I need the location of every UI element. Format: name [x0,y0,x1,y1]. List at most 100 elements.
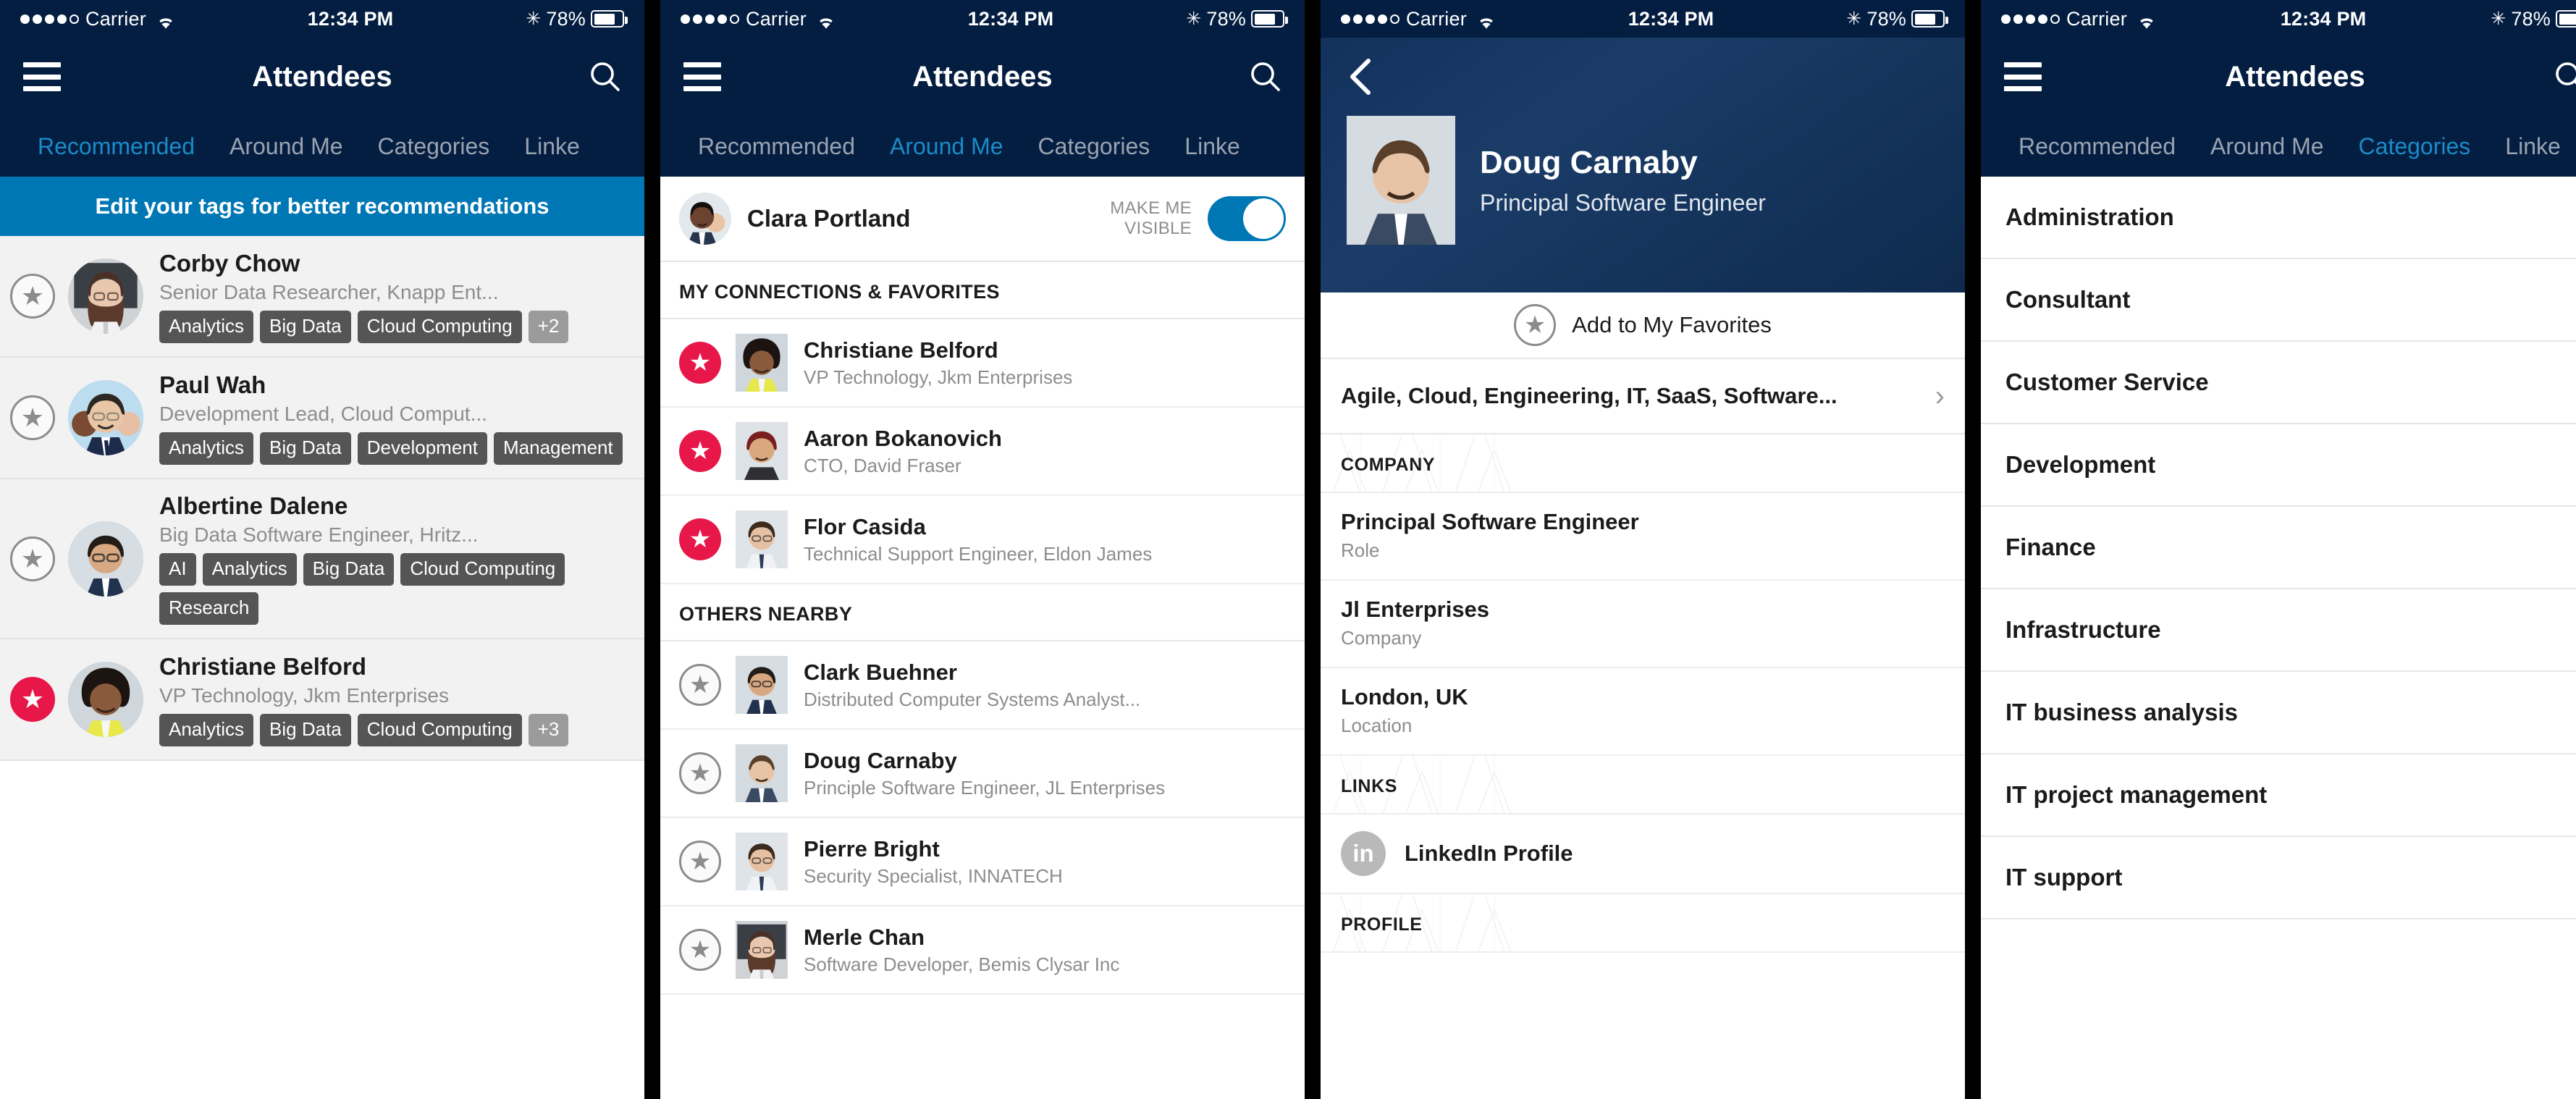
nearby-row[interactable]: ★ Doug Carnaby Principle Software Engine… [660,730,1305,818]
wifi-icon [2137,12,2156,29]
my-name: Clara Portland [747,205,911,232]
tab-around-me[interactable]: Around Me [2193,133,2341,160]
status-bar-time: 12:34 PM [307,7,394,30]
tag[interactable]: Cloud Computing [400,553,565,586]
attendee-card[interactable]: ★ Paul Wah Development Lead, Cloud Compu… [0,358,644,479]
tag[interactable]: Analytics [159,310,254,343]
nearby-role: Security Specialist, INNATECH [804,864,1063,887]
category-row-it-project-management[interactable]: IT project management › [1981,754,2576,837]
favorite-star-icon[interactable]: ★ [10,395,55,440]
attendee-card[interactable]: ★ Corby Chow Senior Data Researcher, Kna… [0,236,644,358]
tab-linkedin[interactable]: Linke [2488,133,2576,160]
tag[interactable]: Cloud Computing [357,713,522,746]
search-icon[interactable] [1248,60,1281,93]
nav-bar: Attendees [0,38,644,116]
nav-bar: Attendees [1981,38,2576,116]
search-icon[interactable] [588,60,621,93]
tab-around-me[interactable]: Around Me [212,133,361,160]
tab-recommended[interactable]: Recommended [20,133,212,160]
tag[interactable]: Management [493,431,623,465]
status-bar: Carrier 12:34 PM ✳ 78% [0,0,644,38]
status-bar-left: Carrier [20,8,175,30]
favorite-star-icon[interactable]: ★ [679,664,721,706]
favorite-star-icon[interactable]: ★ [10,274,55,319]
attendee-card[interactable]: ★ Christiane Belford VP Technology, Jkm … [0,639,644,761]
category-row-infrastructure[interactable]: Infrastructure › [1981,589,2576,672]
connection-name: Christiane Belford [804,337,998,363]
category-row-development[interactable]: Development › [1981,424,2576,507]
favorite-star-icon[interactable]: ★ [679,518,721,560]
category-row-administration[interactable]: Administration › [1981,177,2576,259]
tag[interactable]: Analytics [159,431,254,465]
favorite-star-icon[interactable]: ★ [679,430,721,472]
favorite-star-icon[interactable]: ★ [10,677,55,722]
page-title: Attendees [2225,60,2365,93]
tab-categories[interactable]: Categories [361,133,508,160]
menu-icon[interactable] [2004,62,2042,91]
detail-value: London, UK [1341,684,1468,709]
tab-categories[interactable]: Categories [2341,133,2488,160]
tab-recommended[interactable]: Recommended [681,133,872,160]
linkedin-profile-link[interactable]: in LinkedIn Profile [1321,814,1965,894]
connection-row[interactable]: ★ Aaron Bokanovich CTO, David Fraser [660,408,1305,496]
tab-around-me[interactable]: Around Me [872,133,1021,160]
detail-key: Company [1341,627,1422,649]
edit-tags-banner[interactable]: Edit your tags for better recommendation… [0,177,644,236]
tab-bar: Recommended Around Me Categories Linke [660,116,1305,177]
nearby-row[interactable]: ★ Pierre Bright Security Specialist, INN… [660,818,1305,906]
tag[interactable]: Research [159,592,259,625]
tag[interactable]: Analytics [202,553,297,586]
tab-recommended[interactable]: Recommended [2001,133,2193,160]
tag[interactable]: Big Data [260,431,351,465]
category-row-it-support[interactable]: IT support › [1981,837,2576,919]
category-label: IT support [2005,864,2123,890]
category-row-it-business-analysis[interactable]: IT business analysis › [1981,672,2576,754]
tag[interactable]: Analytics [159,713,254,746]
favorite-star-icon[interactable]: ★ [679,752,721,794]
category-row-finance[interactable]: Finance › [1981,507,2576,589]
search-icon[interactable] [2553,60,2576,93]
menu-icon[interactable] [23,62,61,91]
my-visibility-row: Clara Portland MAKE ME VISIBLE [660,177,1305,262]
profile-name: Doug Carnaby [1480,144,1698,180]
tag[interactable]: Cloud Computing [357,310,522,343]
attendee-card[interactable]: ★ Albertine Dalene Big Data Software Eng… [0,479,644,639]
back-chevron-icon[interactable] [1347,56,1376,97]
tab-categories[interactable]: Categories [1021,133,1168,160]
status-bar-time: 12:34 PM [967,7,1054,30]
favorite-star-icon[interactable]: ★ [679,342,721,384]
profile-title: Principal Software Engineer [1480,189,1766,216]
tab-linkedin[interactable]: Linke [1167,133,1258,160]
carrier-label: Carrier [2066,7,2127,30]
category-row-consultant[interactable]: Consultant › [1981,259,2576,342]
linkedin-icon: in [1341,831,1386,876]
profile-tags-row[interactable]: Agile, Cloud, Engineering, IT, SaaS, Sof… [1321,359,1965,434]
favorite-star-icon[interactable]: ★ [679,929,721,971]
favorite-star-icon[interactable]: ★ [679,841,721,883]
tag[interactable]: Big Data [303,553,395,586]
make-me-visible-toggle[interactable] [1208,196,1286,241]
tag[interactable]: Big Data [260,310,351,343]
connection-row[interactable]: ★ Christiane Belford VP Technology, Jkm … [660,319,1305,408]
tab-linkedin[interactable]: Linke [507,133,597,160]
wifi-icon [156,12,175,29]
favorite-star-icon[interactable]: ★ [10,536,55,581]
menu-icon[interactable] [683,62,721,91]
tag[interactable]: AI [159,553,196,586]
bluetooth-icon: ✳ [526,9,542,29]
tag[interactable]: Development [357,431,487,465]
category-row-customer-service[interactable]: Customer Service › [1981,342,2576,424]
detail-value: Principal Software Engineer [1341,509,1639,534]
tag-more-count[interactable]: +3 [528,713,569,746]
nearby-row[interactable]: ★ Merle Chan Software Developer, Bemis C… [660,906,1305,995]
nearby-row[interactable]: ★ Clark Buehner Distributed Computer Sys… [660,641,1305,730]
status-bar-right: ✳ 78% [1186,8,1288,30]
tag[interactable]: Big Data [260,713,351,746]
connection-row[interactable]: ★ Flor Casida Technical Support Engineer… [660,496,1305,584]
avatar [736,744,788,802]
signal-dots-icon [1341,14,1399,24]
nearby-name: Pierre Bright [804,835,940,862]
tag-more-count[interactable]: +2 [528,310,569,343]
category-label: IT business analysis [2005,699,2238,725]
add-to-favorites-button[interactable]: ★ Add to My Favorites [1321,292,1965,359]
